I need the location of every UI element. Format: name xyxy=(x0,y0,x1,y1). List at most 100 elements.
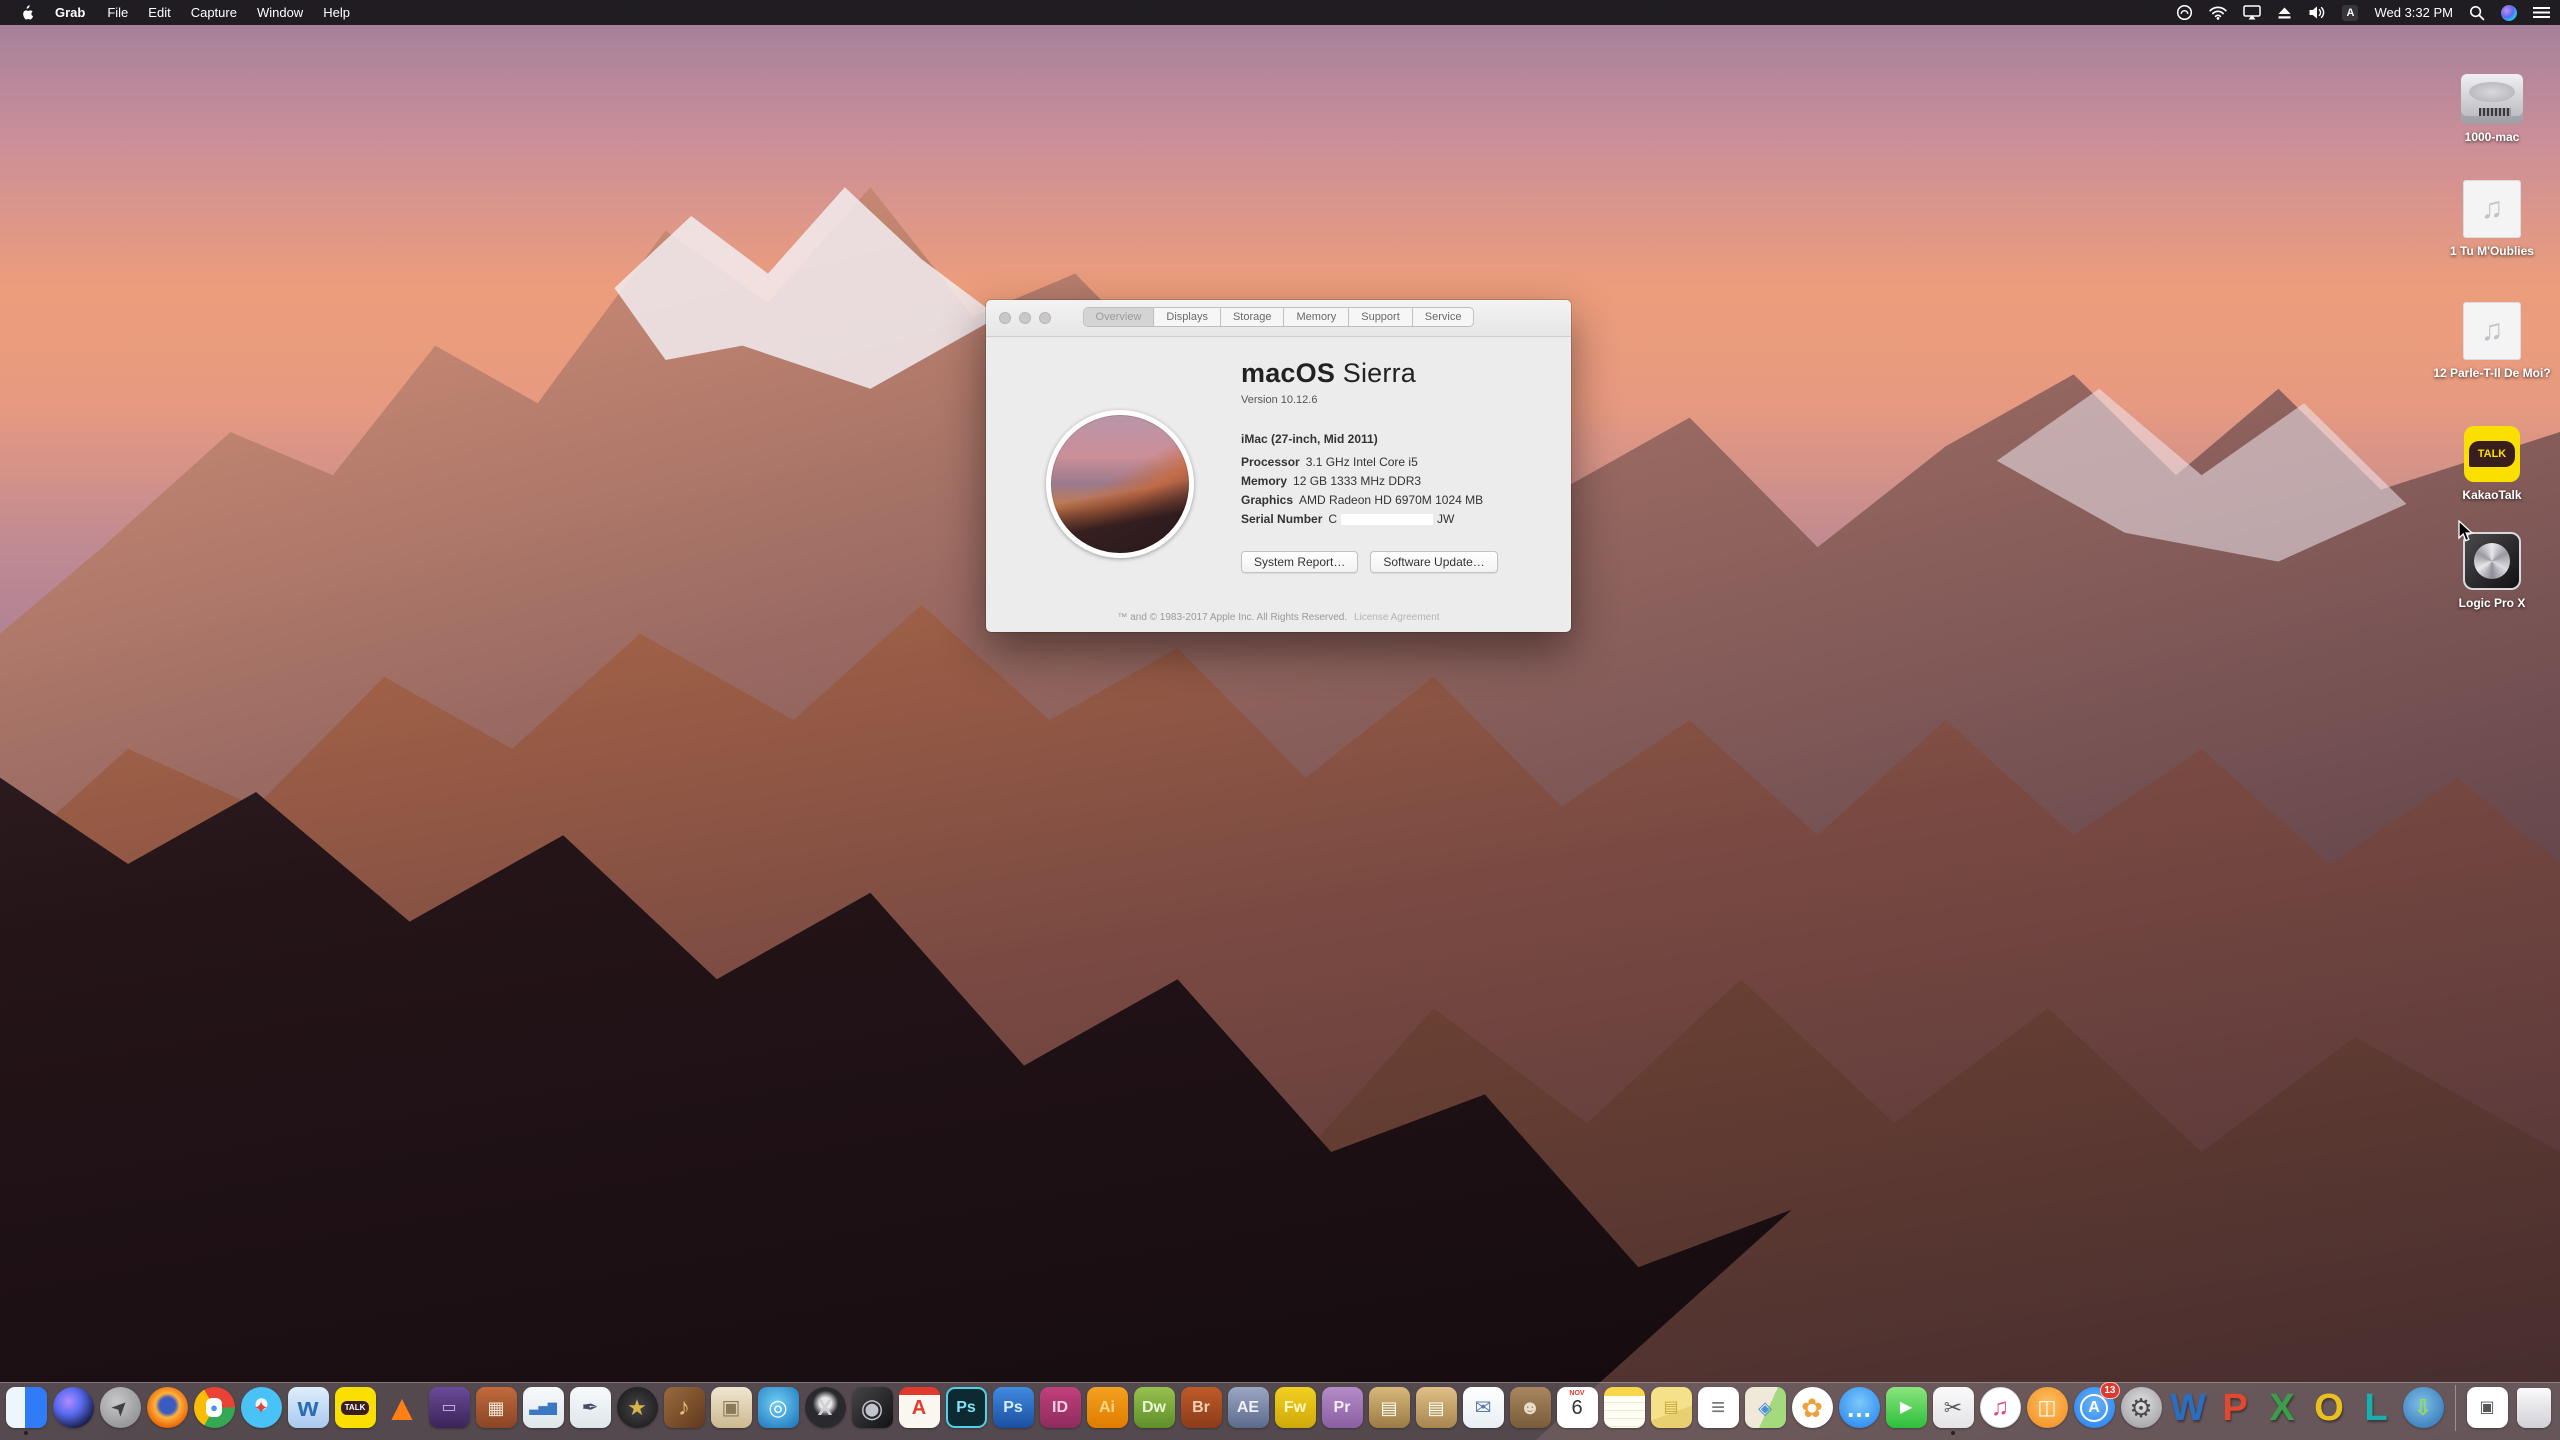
dock-app-keynote[interactable]: ▦ xyxy=(475,1387,518,1435)
dock-app-finder[interactable] xyxy=(5,1387,48,1435)
dock-app-trash[interactable] xyxy=(2513,1388,2556,1435)
dock-app-ms-outlook[interactable]: O xyxy=(2308,1387,2351,1435)
dock-app-after-effects[interactable]: AE xyxy=(1227,1387,1270,1435)
dock-app-x-app[interactable]: X xyxy=(804,1387,847,1435)
dock-app-numbers[interactable]: ▃▅▇ xyxy=(522,1387,565,1435)
about-tabs: OverviewDisplaysStorageMemorySupportServ… xyxy=(1083,307,1475,327)
dock-app-stickies[interactable]: ▤ xyxy=(1650,1387,1693,1435)
desktop-icon-volume-1000-mac[interactable]: 1000-mac xyxy=(2432,74,2552,145)
zoom-button[interactable] xyxy=(1039,312,1051,324)
apple-menu-icon[interactable] xyxy=(10,5,43,21)
airplay-icon[interactable] xyxy=(2243,5,2261,20)
input-source-icon[interactable]: A xyxy=(2342,5,2358,21)
dock-app-safari[interactable]: ✦ xyxy=(240,1387,283,1435)
dock-app-maps[interactable]: ◈ xyxy=(1744,1387,1787,1435)
desktop-icon-app-kakaotalk[interactable]: TALKKakaoTalk xyxy=(2432,426,2552,503)
eject-icon[interactable] xyxy=(2277,6,2292,20)
dock-app-contacts[interactable]: ☻ xyxy=(1509,1387,1552,1435)
wordfast-icon: w xyxy=(288,1387,329,1428)
dock-app-dreamweaver[interactable]: Dw xyxy=(1133,1387,1176,1435)
dock-app-mail[interactable]: ✉ xyxy=(1462,1387,1505,1435)
idvd-icon: ◎ xyxy=(758,1387,799,1428)
dock-app-ms-excel[interactable]: X xyxy=(2261,1387,2304,1435)
spec-memory: Memory12 GB 1333 MHz DDR3 xyxy=(1241,472,1551,491)
menu-clock[interactable]: Wed 3:32 PM xyxy=(2374,5,2453,20)
dock-app-toast[interactable]: ▭ xyxy=(428,1387,471,1435)
system-report-button[interactable]: System Report… xyxy=(1241,551,1358,573)
dock-app-ms-word[interactable]: W xyxy=(2167,1387,2210,1435)
desktop-icon-alias-logic-pro-x[interactable]: Logic Pro X xyxy=(2432,532,2552,611)
dock-app-system-preferences[interactable]: ⚙ xyxy=(2120,1387,2163,1435)
menu-item-edit[interactable]: Edit xyxy=(138,5,180,20)
dock-app-vlc[interactable]: ▲ xyxy=(381,1387,424,1435)
dock-app-ms-powerpoint[interactable]: P xyxy=(2214,1387,2257,1435)
kakaotalk-icon: TALK xyxy=(2464,426,2520,482)
logic-pro-icon: ◉ xyxy=(852,1387,893,1428)
tab-overview[interactable]: Overview xyxy=(1084,308,1155,326)
dock-app-launchpad[interactable]: ➤ xyxy=(99,1387,142,1435)
dock-app-speed-download[interactable]: ⇩ xyxy=(2402,1387,2445,1435)
dock-app-wordfast[interactable]: w xyxy=(287,1387,330,1435)
dock-app-stuffit-archive[interactable]: ▤ xyxy=(1415,1387,1458,1435)
dock-app-itunes[interactable]: ♫ xyxy=(1979,1387,2022,1435)
dock-app-photoshop-cs6[interactable]: Ps xyxy=(945,1387,988,1435)
minimize-button[interactable] xyxy=(1019,312,1031,324)
wifi-icon[interactable] xyxy=(2209,6,2227,20)
dock-app-app-store[interactable]: A13 xyxy=(2073,1387,2116,1435)
dock-app-messages[interactable]: … xyxy=(1838,1387,1881,1435)
dock-app-grab[interactable]: ✂ xyxy=(1932,1387,1975,1435)
dock-app-kakaotalk[interactable]: TALK xyxy=(334,1387,377,1435)
dock-app-photos[interactable]: ✿ xyxy=(1791,1387,1834,1435)
photos-icon: ✿ xyxy=(1792,1387,1833,1428)
dock-app-photoshop-elements[interactable]: Ps xyxy=(992,1387,1035,1435)
dock-app-imovie[interactable]: ★ xyxy=(616,1387,659,1435)
dock-app-ms-lync[interactable]: L xyxy=(2355,1387,2398,1435)
desktop-icon-file-12-parle-t-il-de-moi[interactable]: ♫12 Parle-T-Il De Moi? xyxy=(2432,302,2552,381)
menu-item-window[interactable]: Window xyxy=(247,5,313,20)
menu-item-help[interactable]: Help xyxy=(313,5,360,20)
dock-app-document[interactable]: ▣ xyxy=(2466,1387,2509,1435)
dock-app-illustrator[interactable]: Ai xyxy=(1086,1387,1129,1435)
dock-app-chrome[interactable]: ● xyxy=(193,1387,236,1435)
dock-app-calendar[interactable]: NOV6 xyxy=(1556,1387,1599,1435)
dock-app-idvd[interactable]: ◎ xyxy=(757,1387,800,1435)
dock-app-facetime[interactable]: ▶ xyxy=(1885,1387,1928,1435)
creative-cloud-icon[interactable] xyxy=(2176,4,2193,21)
dock-app-acrobat[interactable]: A xyxy=(898,1387,941,1435)
dock-app-fireworks[interactable]: Fw xyxy=(1274,1387,1317,1435)
menu-app-name[interactable]: Grab xyxy=(45,5,95,20)
dock-app-garageband[interactable]: ♪ xyxy=(663,1387,706,1435)
tab-support[interactable]: Support xyxy=(1349,308,1413,326)
tab-service[interactable]: Service xyxy=(1413,308,1474,326)
dock-app-notes[interactable] xyxy=(1603,1387,1646,1435)
spotlight-icon[interactable] xyxy=(2469,5,2485,21)
desktop-icon-label: 1000-mac xyxy=(2465,130,2520,145)
running-indicator xyxy=(1951,1431,1955,1435)
desktop-icon-file-1-tu-moublies[interactable]: ♫1 Tu M'Oublies xyxy=(2432,180,2552,259)
dock-app-reminders[interactable]: ≡ xyxy=(1697,1387,1740,1435)
dock-app-ibooks[interactable]: ◫ xyxy=(2026,1387,2069,1435)
dock-app-siri[interactable] xyxy=(52,1387,95,1435)
dock-app-indesign[interactable]: ID xyxy=(1039,1387,1082,1435)
dock-app-firefox[interactable] xyxy=(146,1387,189,1435)
menu-item-capture[interactable]: Capture xyxy=(181,5,247,20)
dock-app-bridge[interactable]: Br xyxy=(1180,1387,1223,1435)
volume-icon[interactable] xyxy=(2308,5,2326,20)
grab-icon: ✂ xyxy=(1933,1387,1974,1428)
dock-app-iphoto[interactable]: ▣ xyxy=(710,1387,753,1435)
dock-app-logic-pro[interactable]: ◉ xyxy=(851,1387,894,1435)
menu-item-file[interactable]: File xyxy=(97,5,138,20)
notification-center-icon[interactable] xyxy=(2533,6,2550,19)
window-titlebar[interactable]: OverviewDisplaysStorageMemorySupportServ… xyxy=(986,300,1571,337)
close-button[interactable] xyxy=(999,312,1011,324)
tab-storage[interactable]: Storage xyxy=(1221,308,1285,326)
dock-app-stuffit-expander[interactable]: ▤ xyxy=(1368,1387,1411,1435)
siri-icon[interactable] xyxy=(2501,5,2517,21)
tab-displays[interactable]: Displays xyxy=(1154,308,1221,326)
dock-app-premiere[interactable]: Pr xyxy=(1321,1387,1364,1435)
software-update-button[interactable]: Software Update… xyxy=(1370,551,1497,573)
keynote-icon: ▦ xyxy=(476,1387,517,1428)
license-agreement-link[interactable]: License Agreement xyxy=(1354,612,1440,623)
dock-app-pages[interactable]: ✒ xyxy=(569,1387,612,1435)
tab-memory[interactable]: Memory xyxy=(1285,308,1350,326)
